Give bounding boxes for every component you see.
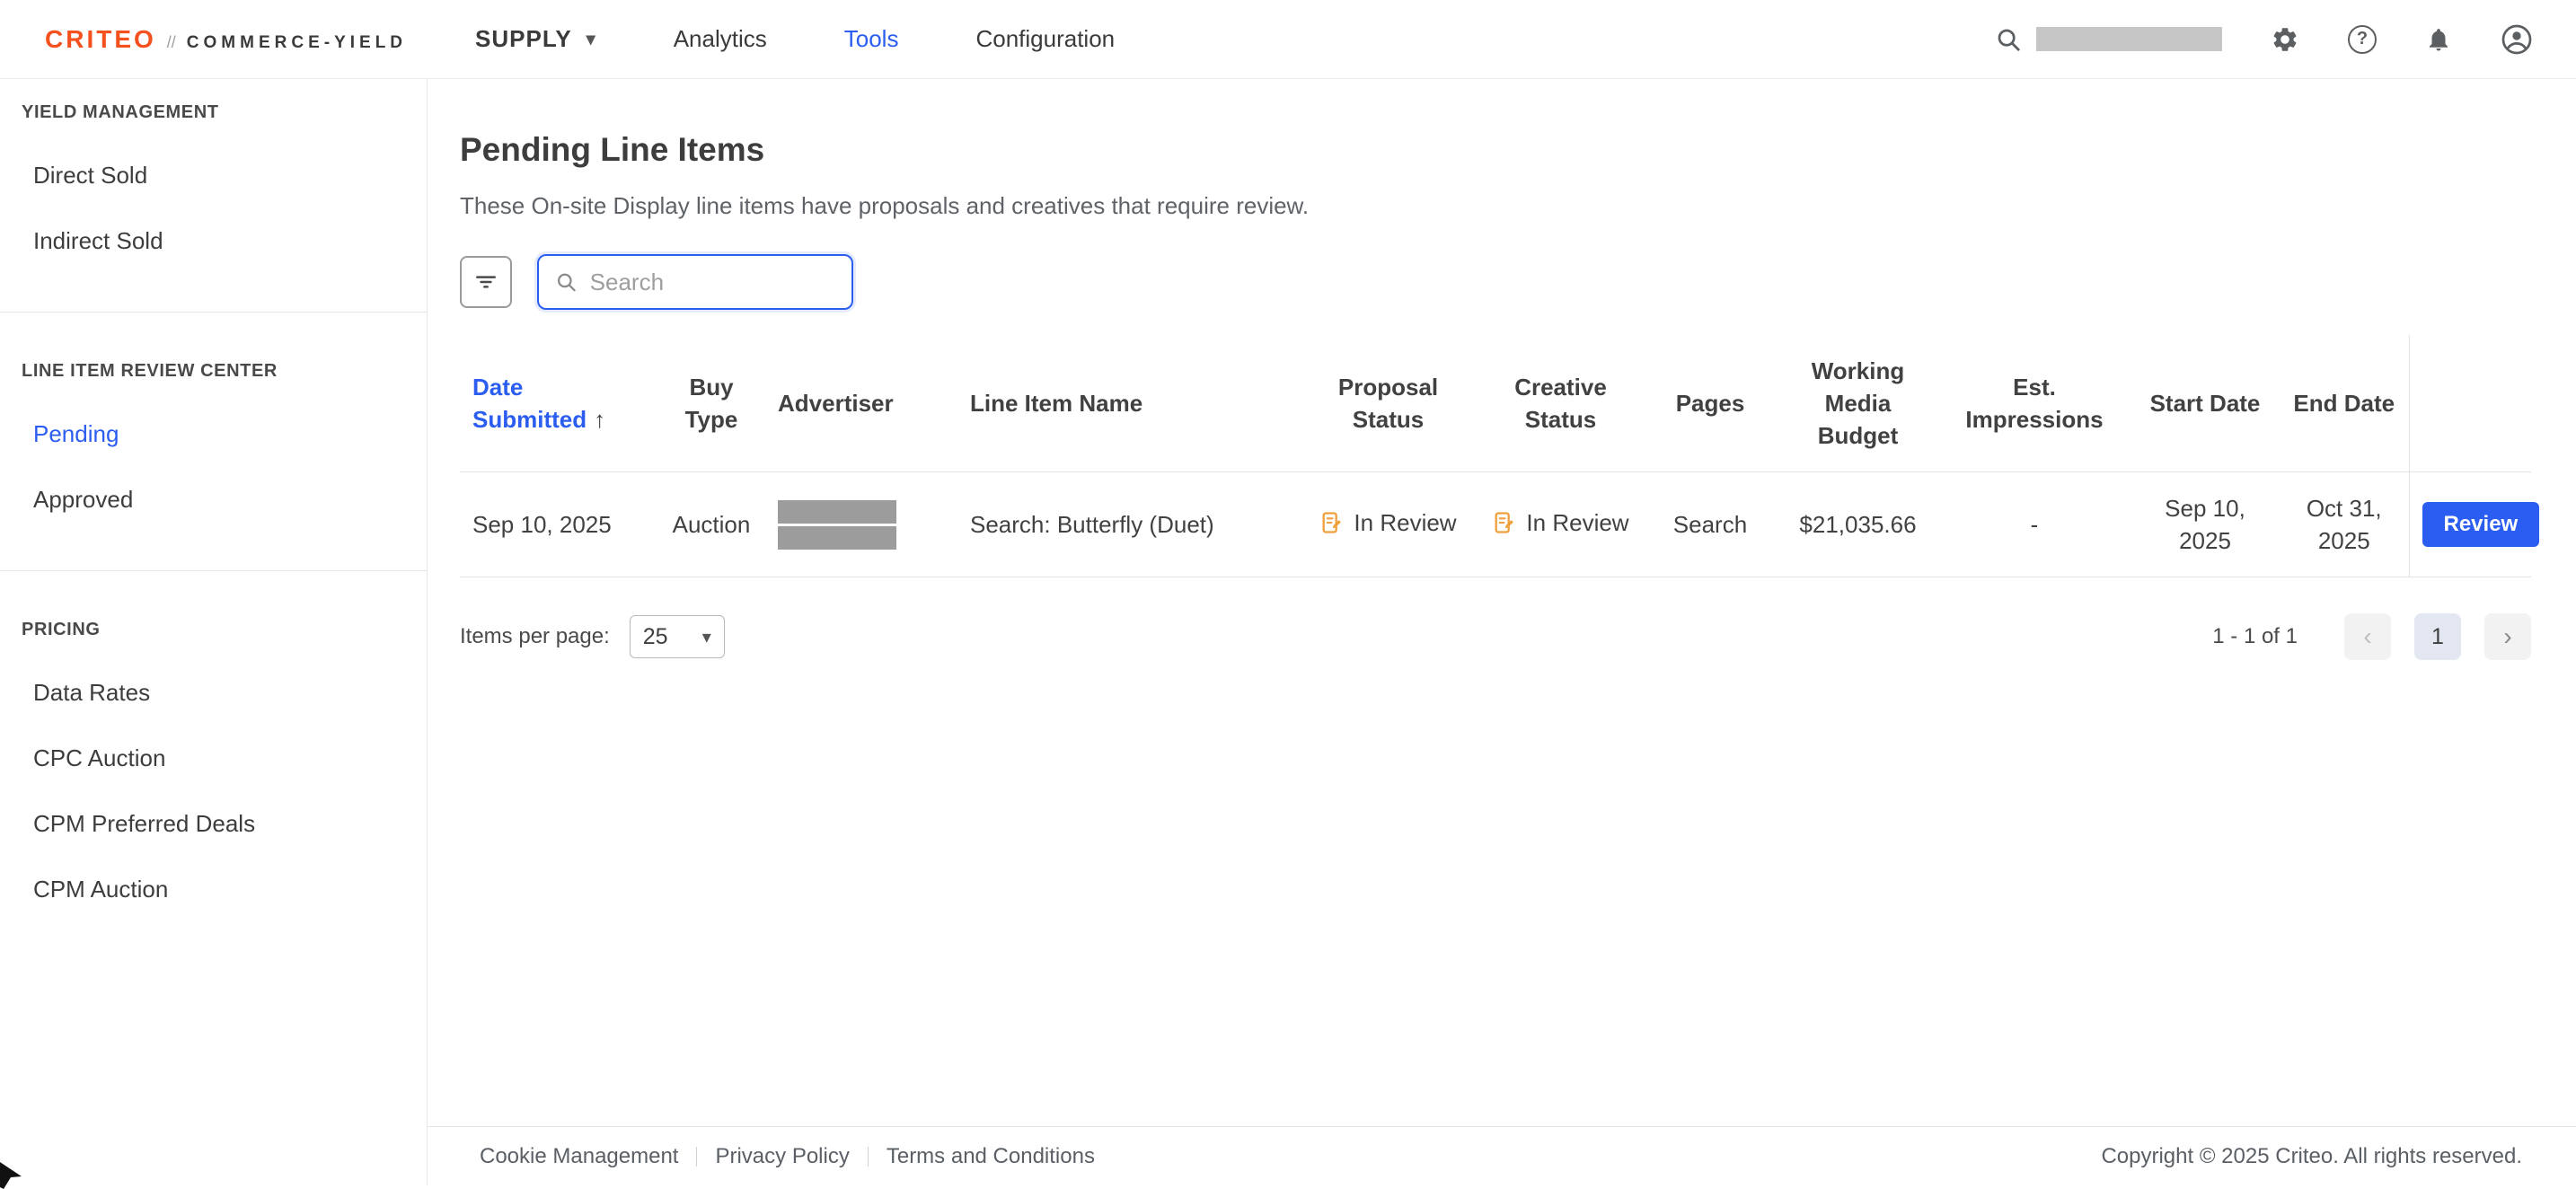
review-button[interactable]: Review [2422,502,2540,547]
redacted-advertiser-line [778,526,896,550]
chevron-down-icon: ▾ [702,626,711,648]
nav-configuration[interactable]: Configuration [975,25,1115,53]
footer-link-privacy-policy[interactable]: Privacy Policy [715,1144,849,1169]
cell-start-date: Sep 10, 2025 [2130,472,2280,577]
cell-buy-type: Auction [657,472,765,577]
pagination-range: 1 - 1 of 1 [2212,624,2298,649]
nav-tools[interactable]: Tools [844,25,899,53]
footer-link-terms-and-conditions[interactable]: Terms and Conditions [887,1144,1095,1169]
cell-actions: Review [2409,472,2531,577]
filter-button[interactable] [460,256,512,308]
sidebar-item-pending[interactable]: Pending [0,401,427,467]
cell-advertiser [765,472,957,577]
cell-date-submitted: Sep 10, 2025 [460,472,657,577]
section-label-yield-management: YIELD MANAGEMENT [22,102,427,123]
footer-divider [868,1147,869,1167]
header-proposal-status[interactable]: Proposal Status [1298,335,1478,472]
status-badge: In Review [1354,506,1456,539]
table-search-box [537,254,853,310]
sidebar-item-cpm-auction[interactable]: CPM Auction [0,857,427,922]
page-title: Pending Line Items [460,131,2531,169]
header-start-date[interactable]: Start Date [2130,335,2280,472]
filter-list-icon [472,269,499,295]
next-page-button[interactable]: › [2484,613,2531,660]
pagination: Items per page: 25 ▾ 1 - 1 of 1 ‹ 1 › [460,613,2531,660]
supply-label: SUPPLY [475,25,572,53]
header-working-media-budget[interactable]: Working Media Budget [1778,335,1938,472]
brand-text: CRITEO [45,25,156,54]
header-actions [2409,335,2531,472]
criteo-logo: CRITEO // COMMERCE-YIELD [45,25,407,54]
items-per-page-select[interactable]: 25 ▾ [630,615,725,658]
header-date-submitted[interactable]: Date Submitted↑ [460,335,657,472]
help-icon[interactable]: ? [2348,25,2377,54]
account-icon[interactable] [2501,23,2533,56]
search-icon [555,269,578,295]
sidebar-item-cpm-preferred-deals[interactable]: CPM Preferred Deals [0,791,427,857]
topbar-actions: ? [1995,23,2533,56]
page-1-button[interactable]: 1 [2414,613,2461,660]
sidebar-item-cpc-auction[interactable]: CPC Auction [0,726,427,791]
header-line-item-name[interactable]: Line Item Name [957,335,1298,472]
header-creative-status[interactable]: Creative Status [1478,335,1643,472]
header-advertiser[interactable]: Advertiser [765,335,957,472]
table-header-row: Date Submitted↑ Buy Type Advertiser Line… [460,335,2531,472]
cell-end-date: Oct 31, 2025 [2280,472,2409,577]
header-pages[interactable]: Pages [1643,335,1778,472]
redacted-search-text[interactable] [2036,27,2222,51]
sidebar: YIELD MANAGEMENT Direct Sold Indirect So… [0,79,428,1185]
cell-pages: Search [1643,472,1778,577]
sidebar-item-direct-sold[interactable]: Direct Sold [0,143,427,208]
footer: Cookie Management Privacy Policy Terms a… [428,1126,2576,1185]
supply-dropdown[interactable]: SUPPLY ▾ [475,25,596,53]
sidebar-item-indirect-sold[interactable]: Indirect Sold [0,208,427,274]
product-text: COMMERCE-YIELD [187,33,407,53]
cell-working-media-budget: $21,035.66 [1778,472,1938,577]
chevron-down-icon: ▾ [587,28,596,50]
sidebar-item-approved[interactable]: Approved [0,467,427,533]
header-buy-type[interactable]: Buy Type [657,335,765,472]
bell-icon[interactable] [2425,26,2452,53]
cell-proposal-status: In Review [1298,472,1478,577]
redacted-advertiser-line [778,500,896,524]
gear-icon[interactable] [2271,25,2299,54]
copyright-text: Copyright © 2025 Criteo. All rights rese… [2101,1144,2522,1169]
footer-link-cookie-management[interactable]: Cookie Management [480,1144,678,1169]
sidebar-divider [0,312,427,313]
items-per-page-label: Items per page: [460,624,610,649]
section-label-line-item-review-center: LINE ITEM REVIEW CENTER [22,361,427,382]
previous-page-button[interactable]: ‹ [2344,613,2391,660]
sort-ascending-icon: ↑ [594,406,605,433]
nav-analytics[interactable]: Analytics [674,25,767,53]
sidebar-divider [0,570,427,571]
main-content: Pending Line Items These On-site Display… [428,79,2576,1126]
status-badge: In Review [1526,506,1628,539]
header-est-impressions[interactable]: Est. Impressions [1938,335,2130,472]
topbar: CRITEO // COMMERCE-YIELD SUPPLY ▾ Analyt… [0,0,2576,79]
in-review-icon [1319,510,1345,535]
cell-creative-status: In Review [1478,472,1643,577]
top-navigation: SUPPLY ▾ Analytics Tools Configuration [475,25,1115,53]
pending-line-items-table: Date Submitted↑ Buy Type Advertiser Line… [460,335,2531,577]
footer-divider [696,1147,697,1167]
brand-separator: // [167,33,176,52]
search-icon[interactable] [1995,26,2022,53]
header-end-date[interactable]: End Date [2280,335,2409,472]
table-row: Sep 10, 2025 Auction Search: Butterfly (… [460,472,2531,577]
in-review-icon [1492,510,1517,535]
section-label-pricing: PRICING [22,620,427,640]
search-input[interactable] [588,268,835,297]
global-search[interactable] [1995,26,2222,53]
sidebar-item-data-rates[interactable]: Data Rates [0,660,427,726]
cell-est-impressions: - [1938,472,2130,577]
page-subtitle: These On-site Display line items have pr… [460,192,2531,220]
cell-line-item-name: Search: Butterfly (Duet) [957,472,1298,577]
